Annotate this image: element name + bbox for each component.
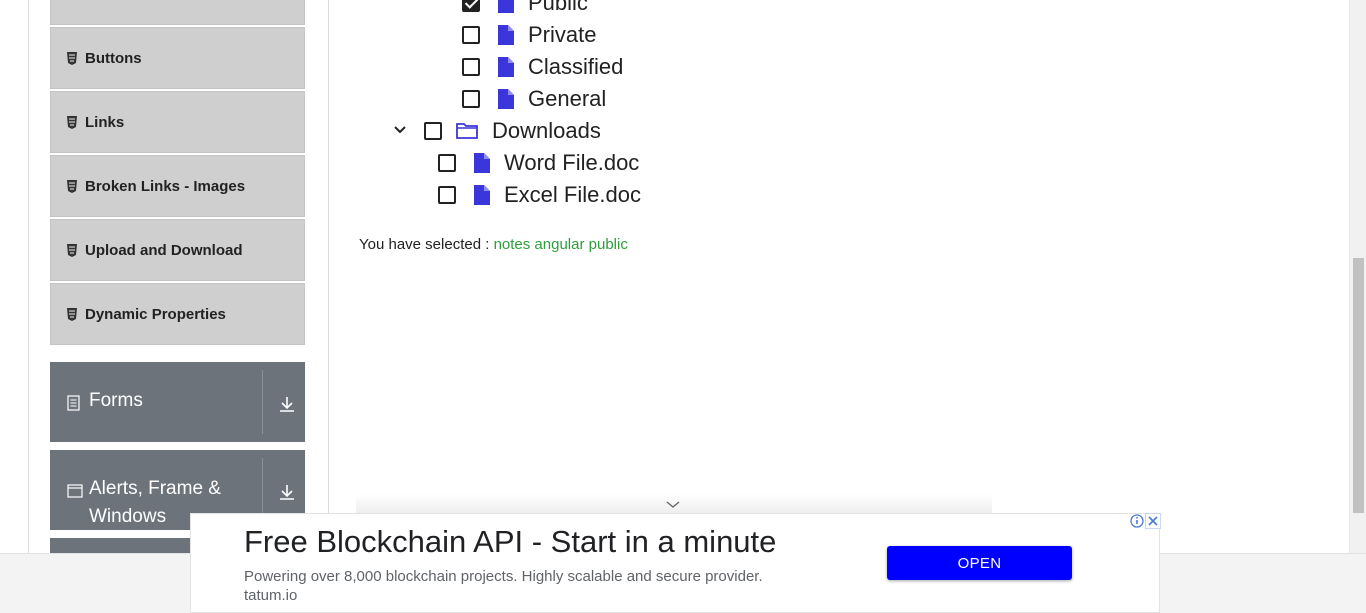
sidebar-group-forms[interactable]: Forms: [50, 362, 305, 442]
tree-node-label: Private: [528, 22, 597, 47]
tree-node-classified[interactable]: Classified: [462, 52, 623, 82]
selection-prefix: You have selected :: [359, 236, 490, 253]
sidebar-item-label: Links: [85, 113, 125, 131]
download-icon[interactable]: [278, 483, 296, 501]
scrollbar-thumb[interactable]: [1353, 258, 1364, 513]
group-label-line1: Alerts, Frame &: [89, 478, 221, 499]
checkbox[interactable]: [462, 58, 480, 76]
checkbox[interactable]: [462, 90, 480, 108]
chevron-down-icon[interactable]: [664, 499, 682, 511]
checkbox-checked[interactable]: [462, 0, 480, 12]
html5-icon: [67, 243, 77, 257]
tree-node-label: Classified: [528, 54, 624, 79]
sidebar-divider: [328, 0, 329, 553]
sidebar-item-upload-download[interactable]: Upload and Download: [50, 219, 305, 281]
file-icon: [498, 25, 514, 45]
ad-open-button[interactable]: OPEN: [887, 546, 1072, 580]
group-separator: [262, 370, 263, 434]
tree-node-label: General: [528, 86, 607, 111]
folder-open-icon: [456, 123, 478, 139]
tree-node-label: Word File.doc: [504, 150, 640, 175]
tree-node-public[interactable]: Public: [462, 0, 588, 18]
ad-description: Powering over 8,000 blockchain projects.…: [244, 568, 763, 585]
tree-node-private[interactable]: Private: [462, 20, 596, 50]
tree-node-downloads[interactable]: Downloads: [424, 116, 601, 146]
tree-node-excel-file[interactable]: Excel File.doc: [438, 180, 641, 210]
checkbox[interactable]: [424, 122, 442, 140]
close-icon[interactable]: [1145, 513, 1161, 529]
file-icon: [474, 153, 490, 173]
sidebar-item-label: Buttons: [85, 49, 142, 67]
selection-result: You have selected : notes angular public: [359, 236, 628, 253]
tree-node-label: Downloads: [492, 118, 601, 143]
tree-node-word-file[interactable]: Word File.doc: [438, 148, 639, 178]
ad-title[interactable]: Free Blockchain API - Start in a minute: [244, 524, 776, 560]
sidebar-item-label: Dynamic Properties: [85, 305, 226, 323]
group-label-line2: Windows: [89, 506, 167, 527]
html5-icon: [67, 115, 77, 129]
sidebar-item-partial[interactable]: [50, 0, 305, 25]
checkbox[interactable]: [438, 154, 456, 172]
checkbox[interactable]: [462, 26, 480, 44]
sidebar-item-links[interactable]: Links: [50, 91, 305, 153]
scrollbar[interactable]: [1349, 0, 1366, 553]
left-border: [28, 0, 29, 553]
html5-icon: [67, 179, 77, 193]
download-icon[interactable]: [278, 395, 296, 413]
html5-icon: [67, 51, 77, 65]
tree-node-label: Excel File.doc: [504, 182, 641, 207]
html5-icon: [67, 307, 77, 321]
file-icon: [498, 0, 514, 13]
selection-values: notes angular public: [493, 236, 628, 253]
file-icon: [498, 57, 514, 77]
ad-banner[interactable]: Free Blockchain API - Start in a minute …: [190, 513, 1161, 613]
window-icon: [67, 484, 83, 498]
form-icon: [67, 395, 80, 411]
tree-node-label: Public: [528, 0, 588, 15]
sidebar-item-buttons[interactable]: Buttons: [50, 27, 305, 89]
tree-node-general[interactable]: General: [462, 84, 606, 114]
sidebar-item-dynamic-properties[interactable]: Dynamic Properties: [50, 283, 305, 345]
file-icon: [474, 185, 490, 205]
file-icon: [498, 89, 514, 109]
checkbox[interactable]: [438, 186, 456, 204]
sidebar-item-label: Upload and Download: [85, 241, 243, 259]
ad-domain[interactable]: tatum.io: [244, 587, 297, 604]
chevron-down-icon[interactable]: [392, 122, 408, 138]
sidebar-item-broken-links[interactable]: Broken Links - Images: [50, 155, 305, 217]
info-icon[interactable]: [1129, 513, 1145, 529]
group-label: Forms: [89, 390, 143, 411]
sidebar-item-label: Broken Links - Images: [85, 177, 246, 195]
page: Buttons Links Broken Links - Images Uplo…: [0, 0, 1366, 613]
